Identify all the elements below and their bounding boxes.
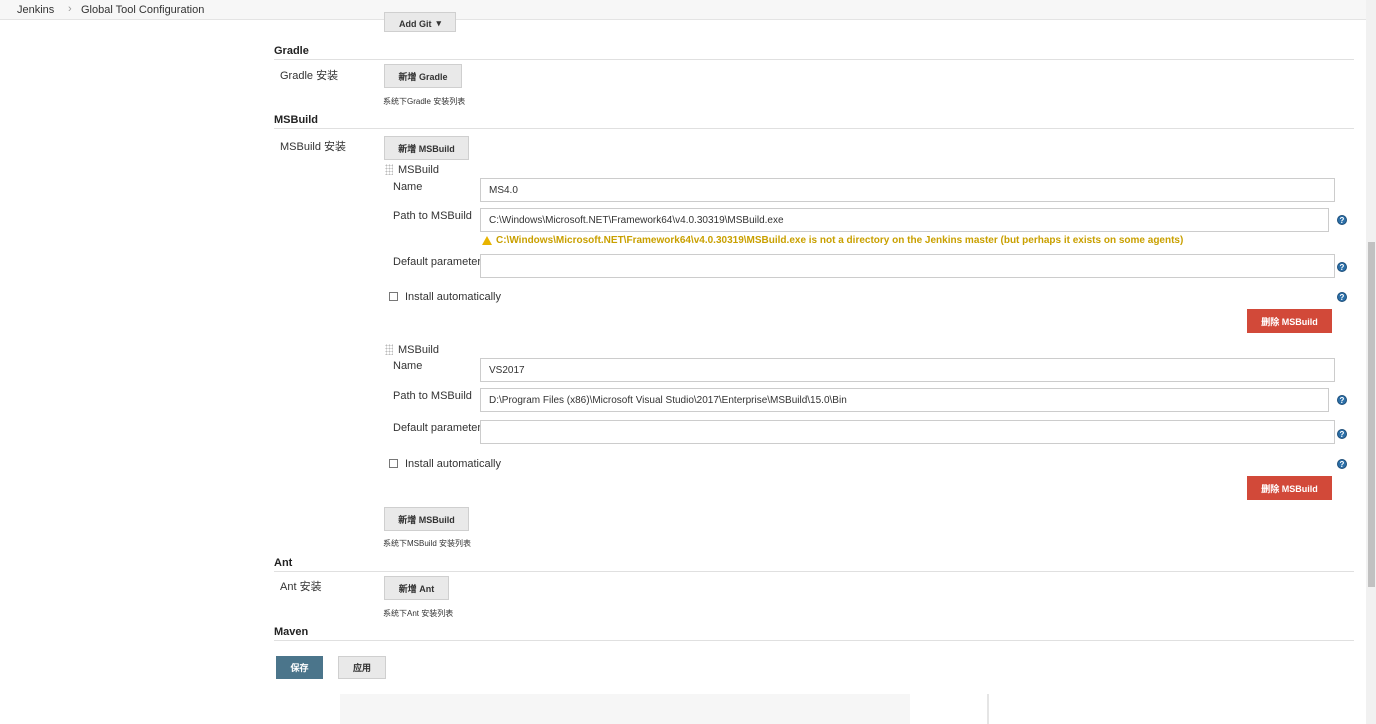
gradle-install-label: Gradle 安装 — [280, 70, 339, 82]
add-msbuild-button-bottom[interactable]: 新增 MSBuild — [384, 507, 469, 531]
msbuild-2-params-input[interactable] — [480, 420, 1335, 444]
breadcrumb: Jenkins › Global Tool Configuration — [0, 0, 1366, 20]
add-gradle-button[interactable]: 新增 Gradle — [384, 64, 462, 88]
msbuild-2-auto-label: Install automatically — [405, 458, 501, 470]
dropdown-arrow-icon: ▾ — [436, 18, 442, 28]
msbuild-2-auto-checkbox[interactable] — [389, 459, 398, 468]
msbuild-2-header: MSBuild — [398, 344, 439, 356]
help-icon[interactable]: ? — [1337, 262, 1347, 272]
ant-install-label: Ant 安装 — [280, 581, 322, 593]
msbuild-1-params-input[interactable] — [480, 254, 1335, 278]
chevron-right-icon: › — [68, 3, 72, 15]
help-icon[interactable]: ? — [1337, 215, 1347, 225]
background-divider — [987, 694, 989, 724]
apply-button[interactable]: 应用 — [338, 656, 386, 679]
msbuild-2-name-input[interactable]: VS2017 — [480, 358, 1335, 382]
msbuild-install-label: MSBuild 安装 — [280, 141, 347, 153]
msbuild-section-title: MSBuild — [274, 114, 318, 126]
breadcrumb-page[interactable]: Global Tool Configuration — [81, 4, 204, 16]
msbuild-description: 系统下MSBuild 安装列表 — [383, 539, 472, 548]
msbuild-2-name-label: Name — [393, 360, 423, 372]
gradle-section-title: Gradle — [274, 45, 309, 57]
msbuild-divider — [274, 128, 1354, 129]
msbuild-1-name-input[interactable]: MS4.0 — [480, 178, 1335, 202]
msbuild-1-auto-checkbox[interactable] — [389, 292, 398, 301]
save-button[interactable]: 保存 — [276, 656, 323, 679]
ant-section-title: Ant — [274, 557, 293, 569]
delete-msbuild-2-button[interactable]: 删除 MSBuild — [1247, 476, 1332, 500]
msbuild-1-warning-text: C:\Windows\Microsoft.NET\Framework64\v4.… — [496, 235, 1184, 246]
warning-icon — [482, 236, 492, 245]
msbuild-1-path-label: Path to MSBuild — [393, 210, 472, 222]
ant-description: 系统下Ant 安装列表 — [383, 609, 454, 618]
maven-section-title: Maven — [274, 626, 309, 638]
msbuild-1-params-label: Default parameters — [393, 256, 487, 268]
gradle-description: 系统下Gradle 安装列表 — [383, 97, 466, 106]
drag-handle-icon[interactable] — [385, 344, 393, 355]
drag-handle-icon[interactable] — [385, 164, 393, 175]
help-icon[interactable]: ? — [1337, 395, 1347, 405]
msbuild-2-path-label: Path to MSBuild — [393, 390, 472, 402]
gradle-divider — [274, 59, 1354, 60]
add-git-button[interactable]: Add Git ▾ — [384, 12, 456, 32]
breadcrumb-jenkins[interactable]: Jenkins — [17, 4, 54, 16]
msbuild-1-warning: C:\Windows\Microsoft.NET\Framework64\v4.… — [482, 235, 1183, 246]
add-git-label: Add Git — [398, 19, 432, 29]
add-msbuild-button-top[interactable]: 新增 MSBuild — [384, 136, 469, 160]
add-ant-button[interactable]: 新增 Ant — [384, 576, 449, 600]
delete-msbuild-1-button[interactable]: 删除 MSBuild — [1247, 309, 1332, 333]
msbuild-1-header: MSBuild — [398, 164, 439, 176]
help-icon[interactable]: ? — [1337, 292, 1347, 302]
help-icon[interactable]: ? — [1337, 459, 1347, 469]
background-panel — [340, 694, 910, 724]
msbuild-2-path-input[interactable]: D:\Program Files (x86)\Microsoft Visual … — [480, 388, 1329, 412]
scrollbar-thumb[interactable] — [1368, 242, 1375, 587]
help-icon[interactable]: ? — [1337, 429, 1347, 439]
msbuild-1-auto-label: Install automatically — [405, 291, 501, 303]
msbuild-1-name-label: Name — [393, 181, 423, 193]
msbuild-2-params-label: Default parameters — [393, 422, 487, 434]
ant-divider — [274, 571, 1354, 572]
msbuild-1-path-input[interactable]: C:\Windows\Microsoft.NET\Framework64\v4.… — [480, 208, 1329, 232]
